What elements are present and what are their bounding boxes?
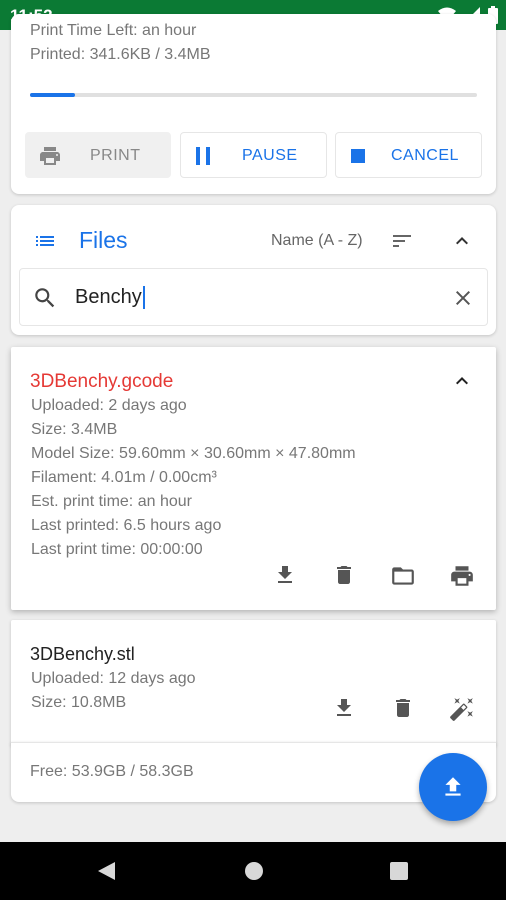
search-box[interactable]: Benchy [19, 268, 488, 326]
file-item[interactable]: 3DBenchy.stl Uploaded: 12 days ago Size:… [11, 620, 496, 746]
download-icon[interactable] [332, 696, 356, 720]
print-progress-bar [30, 93, 477, 97]
list-icon [36, 236, 54, 246]
cancel-button-label: CANCEL [391, 147, 459, 164]
search-icon [35, 288, 55, 308]
print-file-icon[interactable] [449, 563, 475, 589]
home-icon[interactable] [244, 861, 264, 881]
file-uploaded: Uploaded: 12 days ago [31, 670, 196, 687]
pause-icon [196, 147, 210, 165]
free-space: Free: 53.9GB / 58.3GB [30, 763, 194, 780]
print-progress-fill [30, 93, 75, 97]
clear-search-icon[interactable] [451, 286, 475, 310]
file-last-printed: Last printed: 6.5 hours ago [31, 517, 222, 534]
magic-wand-icon[interactable] [449, 696, 475, 722]
print-button-label: PRINT [90, 147, 141, 164]
delete-icon[interactable] [332, 563, 356, 587]
cancel-button[interactable]: CANCEL [335, 132, 482, 178]
pause-button-label: PAUSE [242, 147, 298, 164]
pause-button[interactable]: PAUSE [180, 132, 327, 178]
folder-icon[interactable] [390, 563, 416, 589]
file-filament: Filament: 4.01m / 0.00cm³ [31, 469, 217, 486]
collapse-file-icon[interactable] [450, 369, 474, 393]
download-icon[interactable] [273, 563, 297, 587]
file-last-print-time: Last print time: 00:00:00 [31, 541, 203, 558]
search-input[interactable]: Benchy [75, 286, 145, 309]
file-model-size: Model Size: 59.60mm × 30.60mm × 47.80mm [31, 445, 356, 462]
upload-fab[interactable] [419, 753, 487, 821]
files-card: Files Name (A - Z) Benchy [11, 205, 496, 335]
file-est-time: Est. print time: an hour [31, 493, 192, 510]
file-size: Size: 3.4MB [31, 421, 118, 438]
recents-icon[interactable] [390, 862, 408, 880]
stop-icon [351, 149, 365, 163]
printer-icon [40, 147, 60, 165]
file-name: 3DBenchy.gcode [30, 371, 174, 392]
sort-label[interactable]: Name (A - Z) [271, 232, 363, 250]
file-size: Size: 10.8MB [31, 694, 127, 711]
file-item-selected[interactable]: 3DBenchy.gcode Uploaded: 2 days ago Size… [11, 347, 496, 610]
print-job-card: Print Time Left: an hour Printed: 341.6K… [11, 14, 496, 194]
sort-icon[interactable] [390, 229, 414, 253]
navigation-bar [0, 842, 506, 900]
printed-progress-text: Printed: 341.6KB / 3.4MB [30, 46, 211, 63]
upload-icon [445, 777, 461, 796]
back-icon[interactable] [95, 860, 117, 882]
print-time-left: Print Time Left: an hour [30, 22, 197, 39]
print-button[interactable]: PRINT [25, 132, 171, 178]
file-name: 3DBenchy.stl [30, 644, 135, 664]
files-title: Files [79, 227, 128, 253]
collapse-chevron-icon[interactable] [450, 229, 474, 253]
delete-icon[interactable] [391, 696, 415, 720]
file-uploaded: Uploaded: 2 days ago [31, 397, 187, 414]
